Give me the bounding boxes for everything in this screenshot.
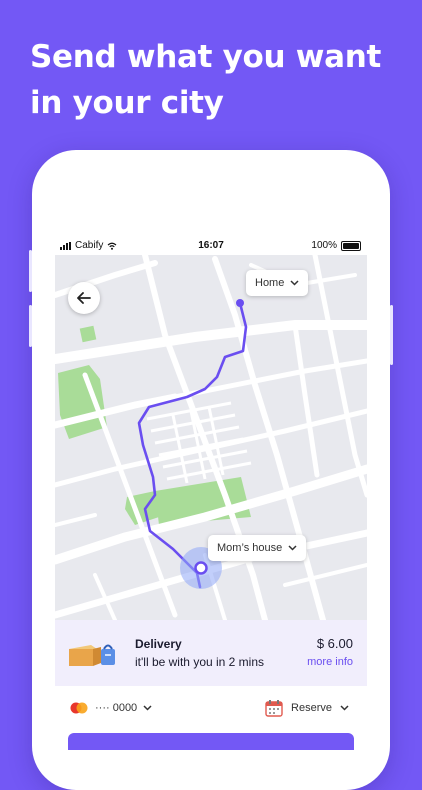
package-icon bbox=[69, 644, 115, 666]
chevron-down-icon bbox=[340, 705, 349, 711]
confirm-button[interactable] bbox=[68, 733, 354, 750]
arrow-left-icon bbox=[77, 292, 91, 304]
dropoff-pin[interactable] bbox=[194, 561, 208, 575]
pickup-location-chip[interactable]: Home bbox=[246, 270, 309, 296]
reserve-selector[interactable]: Reserve bbox=[265, 699, 349, 717]
service-eta: it'll be with you in 2 mins bbox=[135, 655, 265, 669]
calendar-icon bbox=[265, 700, 283, 717]
battery-icon bbox=[341, 240, 361, 251]
chevron-down-icon bbox=[288, 545, 297, 551]
status-bar: Cabify 16:07 100% bbox=[55, 237, 367, 255]
dropoff-label: Mom’s house bbox=[217, 542, 283, 554]
app-screen: Cabify 16:07 100% Home Mom’s house Deliv… bbox=[55, 237, 367, 750]
map-canvas bbox=[55, 252, 367, 623]
payment-row: ···· 0000 Reserve bbox=[55, 686, 367, 732]
battery-percent: 100% bbox=[311, 240, 337, 251]
reserve-label: Reserve bbox=[291, 702, 332, 714]
dropoff-location-chip[interactable]: Mom’s house bbox=[208, 535, 307, 561]
card-number: ···· 0000 bbox=[95, 702, 138, 714]
pickup-pin[interactable] bbox=[236, 299, 244, 307]
service-price: $ 6.00 bbox=[316, 636, 353, 651]
delivery-option[interactable]: Delivery it'll be with you in 2 mins $ 6… bbox=[55, 620, 367, 686]
promo-headline: Send what you want in your city bbox=[30, 39, 382, 121]
service-title: Delivery bbox=[135, 637, 182, 651]
phone-side-button bbox=[390, 305, 393, 365]
chevron-down-icon bbox=[143, 705, 152, 711]
back-button[interactable] bbox=[68, 282, 100, 314]
chevron-down-icon bbox=[290, 280, 299, 286]
route-map[interactable]: Home Mom’s house bbox=[55, 252, 367, 623]
pickup-label: Home bbox=[255, 277, 285, 289]
phone-side-button bbox=[29, 305, 32, 347]
phone-side-button bbox=[29, 250, 32, 292]
mastercard-icon bbox=[70, 702, 88, 714]
more-info-link[interactable]: more info bbox=[307, 656, 353, 668]
payment-method-selector[interactable]: ···· 0000 bbox=[69, 702, 152, 714]
